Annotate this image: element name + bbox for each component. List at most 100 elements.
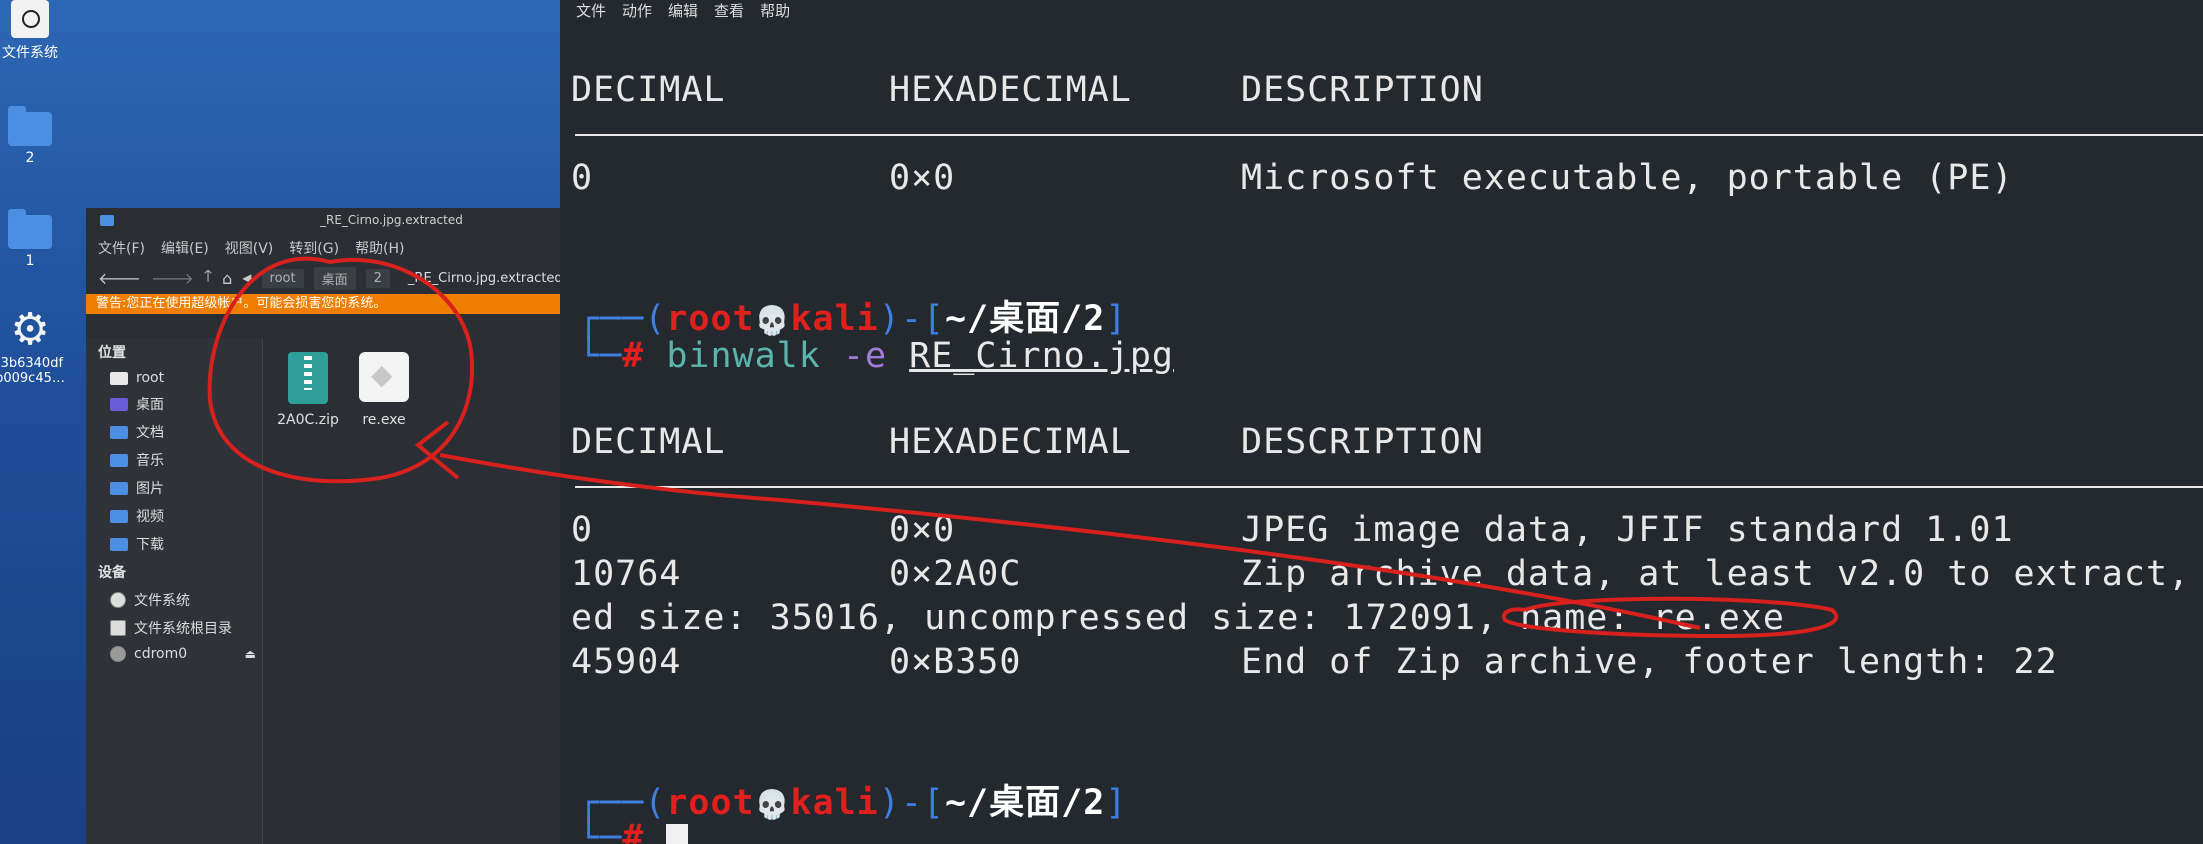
sidebar-item-cdrom[interactable]: cdrom0 ⏏ [86,642,262,666]
folder-icon [100,215,114,226]
back-arrow-icon[interactable]: 🡐 [98,268,141,288]
menu-help[interactable]: 帮助(H) [355,238,404,258]
menu-edit[interactable]: 编辑(E) [161,238,209,258]
desktop-icon-label: 文件系统 [2,45,58,61]
eject-icon[interactable]: ⏏ [245,647,256,661]
sidebar-item-documents[interactable]: 文档 [86,418,262,446]
prompt-path: ~/桌面/2 [944,783,1106,823]
breadcrumb-desktop[interactable]: 桌面 [313,266,356,290]
desktop-icon-label: 1 [25,253,35,269]
prompt-host: kali [790,299,879,339]
skull-icon: 💀 [754,788,791,821]
breadcrumb-2[interactable]: 2 [365,268,390,288]
header-rule [575,486,2203,488]
sidebar-item-filesystem[interactable]: 文件系统 [86,586,262,614]
file-item-zip[interactable]: 2A0C.zip [268,352,348,428]
terminal-menu-bar: 文件 动作 编辑 查看 帮助 [576,0,790,21]
desktop-folder-1[interactable]: 1 [0,209,60,269]
zip-file-icon [288,352,328,404]
window-titlebar[interactable]: _RE_Cirno.jpg.extracted [86,208,560,234]
up-arrow-icon[interactable]: 🡑 [204,265,212,292]
prompt-path: ~/桌面/2 [944,299,1106,339]
forward-arrow-icon[interactable]: 🡒 [151,268,194,288]
cell-hex: 0×B350 [889,642,1022,682]
file-item-exe[interactable]: re.exe [344,352,424,428]
output-row: 10764 0×2A0C Zip archive data, at least … [571,554,2203,594]
sidebar-item-music[interactable]: 音乐 [86,446,262,474]
sidebar-item-videos[interactable]: 视频 [86,502,262,530]
command-argument: RE_Cirno.jpg [909,336,1175,376]
breadcrumb-root[interactable]: root [261,268,304,288]
header-hex: HEXADECIMAL [889,422,1132,462]
eject-drive-icon [110,620,126,636]
file-name: re.exe [362,412,406,428]
desktop-filesystem[interactable]: 文件系统 [0,0,60,62]
output-row: 0 0×0 Microsoft executable, portable (PE… [571,158,2013,198]
sidebar-item-root[interactable]: root [86,366,262,390]
desktop-icon-label-2: b009c45… [0,371,65,386]
text-cursor [666,824,689,844]
sidebar-item-label: 文件系统 [134,593,190,609]
prompt-host: kali [790,783,879,823]
terminal-menu-help[interactable]: 帮助 [760,0,790,21]
desktop-icon-label: 2 [25,150,35,166]
exe-file-icon [359,352,409,402]
cell-description: JPEG image data, JFIF standard 1.01 [1241,510,2014,550]
sidebar-item-downloads[interactable]: 下载 [86,530,262,558]
command-line: └─# binwalk -e RE_Cirno.jpg [578,336,1175,376]
file-name: 2A0C.zip [277,412,339,428]
cell-decimal: 45904 [571,642,682,682]
output-row: 45904 0×B350 End of Zip archive, footer … [571,642,2057,682]
music-folder-icon [110,453,128,467]
sidebar-item-desktop[interactable]: 桌面 [86,390,262,418]
folder-icon [8,106,52,146]
disc-icon [110,646,126,662]
terminal-menu-action[interactable]: 动作 [622,0,652,21]
breadcrumb-extracted[interactable]: _RE_Cirno.jpg.extracted [399,268,571,288]
home-folder-icon [110,371,128,385]
file-manager-window: _RE_Cirno.jpg.extracted 文件(F) 编辑(E) 视图(V… [86,208,571,844]
output-header-row: DECIMAL HEXADECIMAL DESCRIPTION [571,422,1483,462]
header-description: DESCRIPTION [1241,422,1484,462]
prompt-user: root [666,299,755,339]
terminal-window[interactable]: 文件 动作 编辑 查看 帮助 DECIMAL HEXADECIMAL DESCR… [560,0,2203,844]
sidebar-item-fs-root[interactable]: 文件系统根目录 [86,614,262,642]
home-icon[interactable]: ⌂ [222,269,232,288]
prompt-user: root [666,783,755,823]
places-header: 位置 [98,345,126,361]
header-decimal: DECIMAL [571,422,726,462]
prompt-symbol: # [622,818,645,844]
cell-description: Microsoft executable, portable (PE) [1241,158,2014,198]
terminal-menu-view[interactable]: 查看 [714,0,744,21]
output-wrap-line: ed size: 35016, uncompressed size: 17209… [571,598,1785,638]
sidebar-item-label: 图片 [136,481,164,497]
terminal-menu-file[interactable]: 文件 [576,0,606,21]
sidebar-item-label: 文档 [136,425,164,441]
sidebar-item-label: 音乐 [136,453,164,469]
videos-folder-icon [110,509,128,523]
cell-decimal: 10764 [571,554,682,594]
folder-icon [8,209,52,249]
documents-folder-icon [110,425,128,439]
cell-decimal: 0 [571,158,594,198]
sidebar: 位置 root 桌面 文档 音乐 图片 视频 下载 设备 文件系统 文件系统根目… [86,338,263,844]
cell-decimal: 0 [571,510,594,550]
command-binary: binwalk [666,336,821,376]
menu-go[interactable]: 转到(G) [289,238,339,258]
desktop-folder-2[interactable]: 2 [0,106,60,166]
skull-icon: 💀 [754,304,791,337]
menu-view[interactable]: 视图(V) [225,238,274,258]
cell-hex: 0×0 [889,158,956,198]
header-description: DESCRIPTION [1241,70,1484,110]
output-row: 0 0×0 JPEG image data, JFIF standard 1.0… [571,510,2013,550]
menu-file[interactable]: 文件(F) [98,238,145,258]
command-flag: -e [842,336,888,376]
root-warning-banner: 警告:您正在使用超级帐户。可能会损害您的系统。 [86,294,560,314]
desktop-gear-file[interactable]: ⚙ l3b6340df b009c45… [0,304,70,387]
sidebar-item-pictures[interactable]: 图片 [86,474,262,502]
sidebar-item-label: 下载 [136,537,164,553]
gear-icon: ⚙ [10,304,50,355]
terminal-menu-edit[interactable]: 编辑 [668,0,698,21]
command-line[interactable]: └─# [578,818,689,844]
chevron-left-icon[interactable]: ◀ [242,271,251,285]
